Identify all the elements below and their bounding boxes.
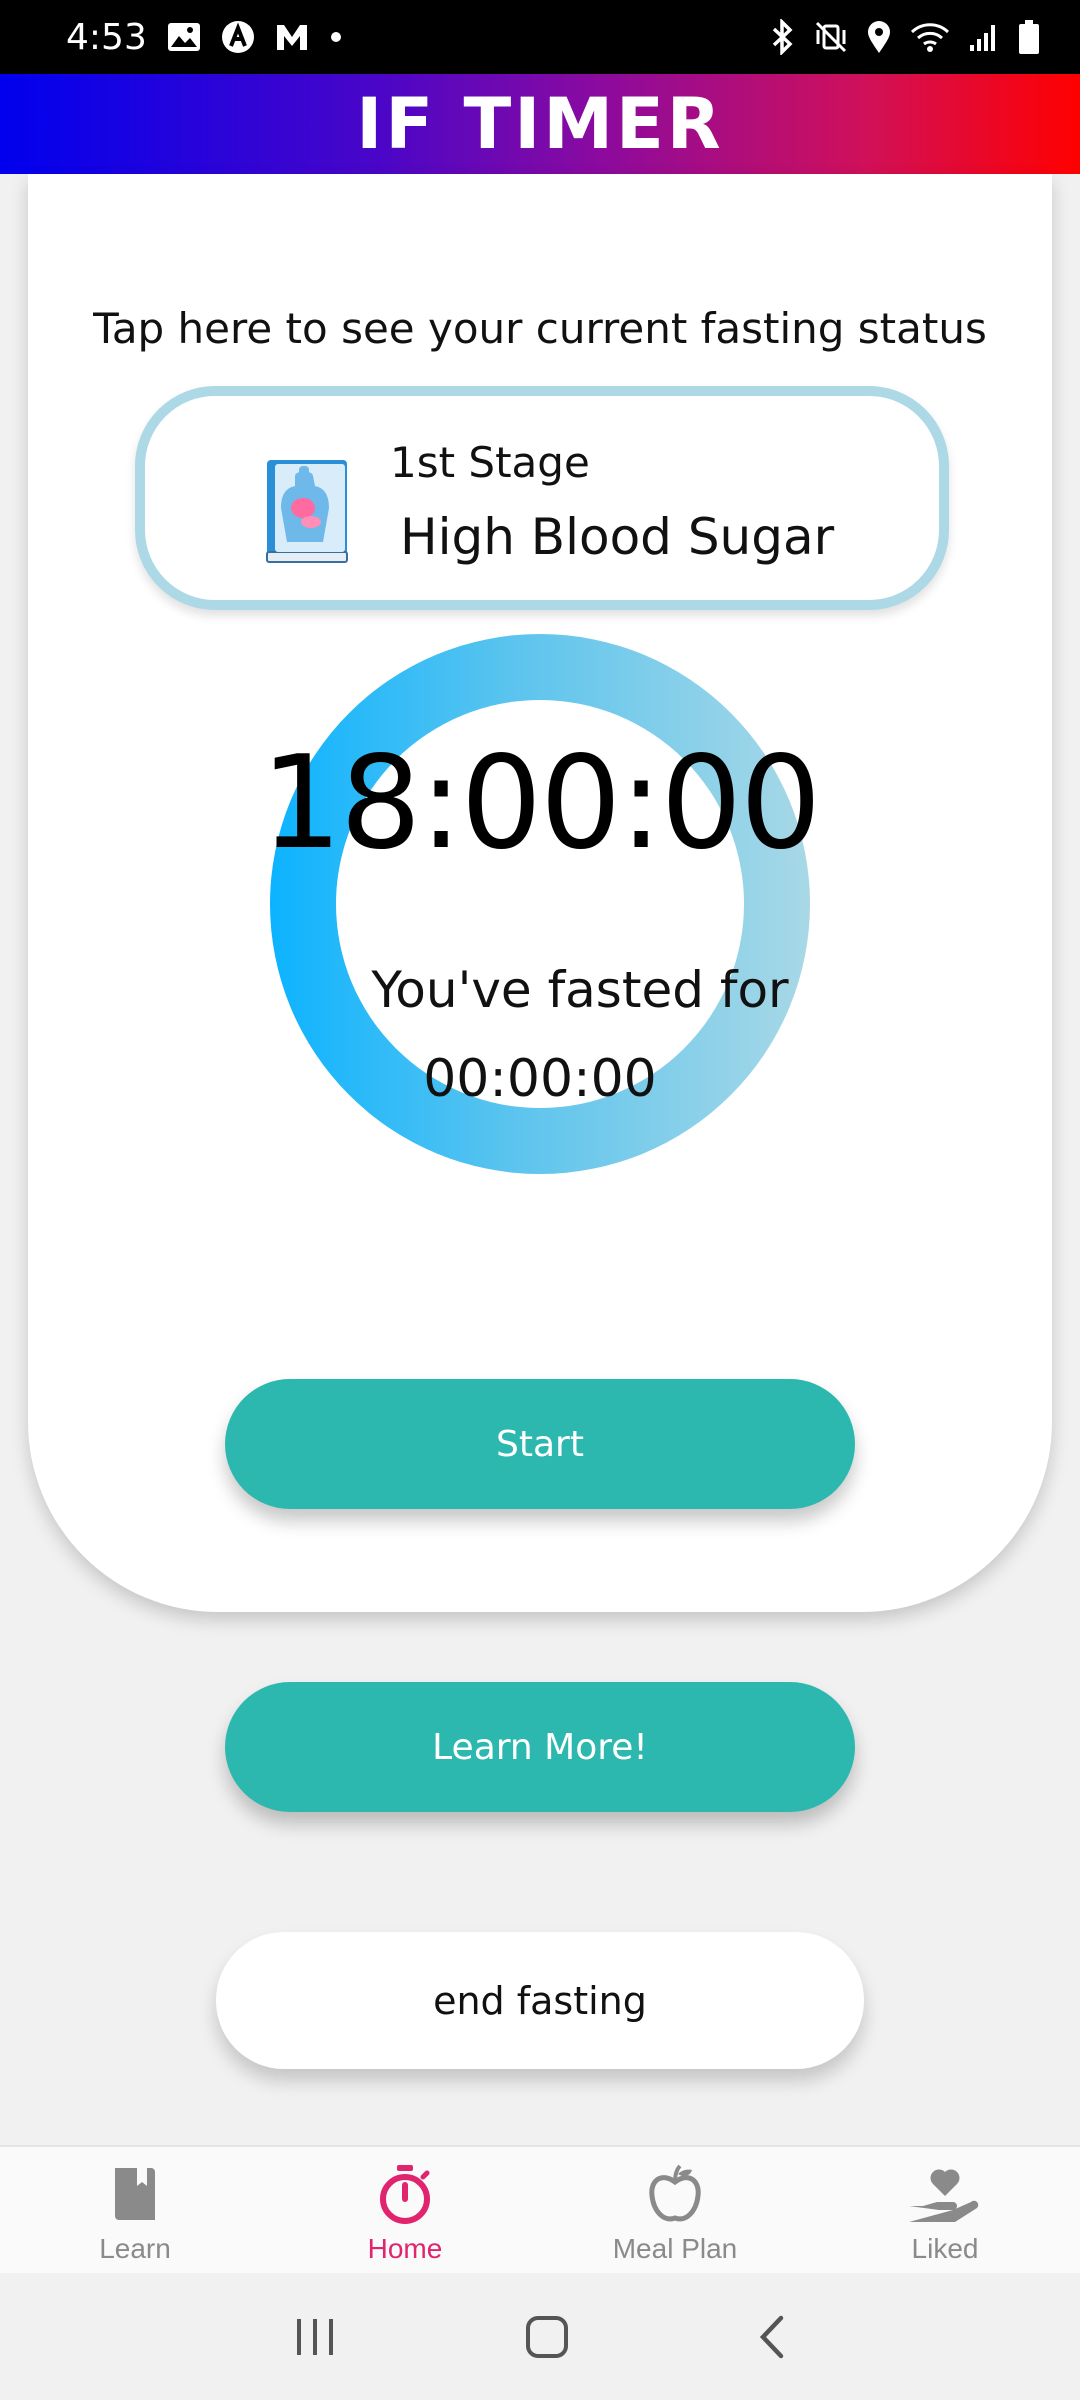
mute-vibrate-icon (814, 20, 848, 54)
fasted-time: 00:00:00 (423, 1049, 657, 1109)
bottom-nav: Learn Home Meal Plan Liked (0, 2145, 1080, 2273)
status-bar: 4:53 (0, 0, 1080, 74)
start-button[interactable]: Start (225, 1379, 855, 1509)
status-left: 4:53 (66, 17, 343, 58)
learn-more-button[interactable]: Learn More! (225, 1682, 855, 1812)
status-time: 4:53 (66, 16, 147, 58)
bluetooth-icon (770, 19, 796, 55)
nav-item-liked[interactable]: Liked (810, 2147, 1080, 2273)
a-circle-icon (221, 20, 255, 54)
app-header: IF TIMER (0, 74, 1080, 174)
back-icon[interactable] (757, 2314, 787, 2360)
nav-item-learn[interactable]: Learn (0, 2147, 270, 2273)
apple-icon (648, 2159, 702, 2229)
stopwatch-icon (377, 2159, 433, 2229)
status-right (770, 19, 1040, 55)
nav-item-home[interactable]: Home (270, 2147, 540, 2273)
system-nav-bar (0, 2273, 1080, 2400)
app-title: IF TIMER (356, 83, 724, 165)
nav-label-home: Home (367, 2233, 443, 2264)
nav-label-learn: Learn (99, 2233, 171, 2264)
status-hint: Tap here to see your current fasting sta… (93, 304, 987, 353)
image-icon (167, 22, 201, 52)
fasted-label: You've fasted for (371, 961, 789, 1019)
m-logo-icon (275, 22, 309, 52)
countdown-timer: 18:00:00 (260, 729, 822, 878)
battery-icon (1018, 19, 1040, 55)
dot-icon (329, 30, 343, 44)
stage-name: High Blood Sugar (400, 508, 835, 566)
wifi-icon (910, 20, 950, 54)
nav-item-meal-plan[interactable]: Meal Plan (540, 2147, 810, 2273)
signal-icon (968, 21, 1000, 53)
heart-hand-icon (907, 2159, 983, 2229)
fasting-stage-card[interactable]: 1st Stage High Blood Sugar (135, 386, 949, 610)
recents-icon[interactable] (293, 2317, 337, 2357)
home-icon[interactable] (524, 2314, 570, 2360)
book-icon (111, 2159, 159, 2229)
stage-label: 1st Stage (390, 438, 590, 487)
end-fasting-button[interactable]: end fasting (216, 1932, 864, 2069)
location-icon (866, 20, 892, 54)
nav-label-liked: Liked (911, 2233, 979, 2264)
anatomy-book-icon (263, 456, 353, 571)
nav-label-meal-plan: Meal Plan (612, 2233, 738, 2264)
